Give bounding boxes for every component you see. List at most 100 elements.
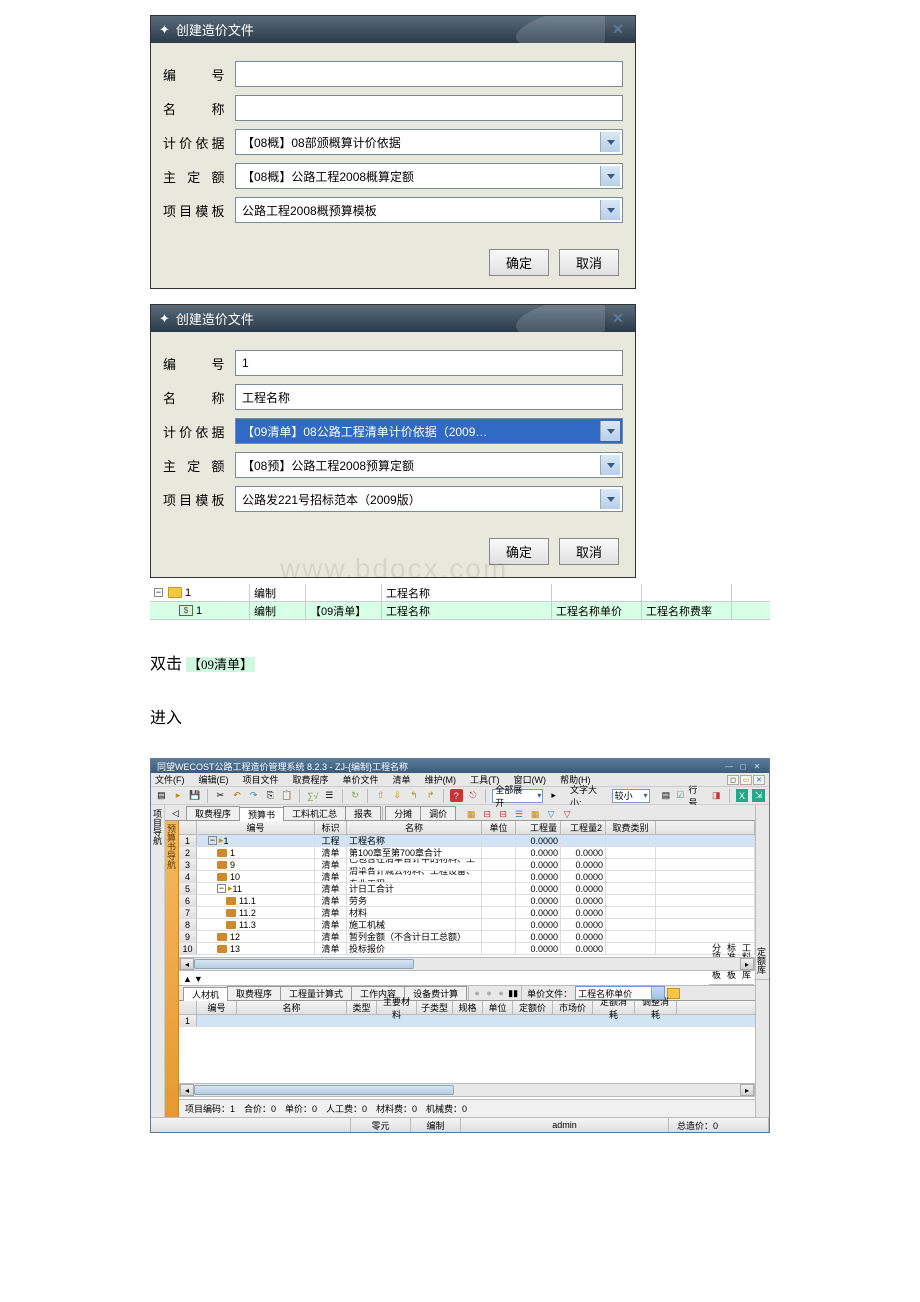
close-icon[interactable]: ✕ <box>609 23 627 37</box>
nav-budget[interactable]: 预算书导航 <box>165 821 179 1117</box>
menu-item[interactable]: 清单 <box>393 773 411 786</box>
minimize-icon[interactable]: — <box>723 761 735 771</box>
up-icon[interactable]: ⇧ <box>374 789 387 802</box>
tree-row-selected[interactable]: $1 编制 【09清单】 工程名称 工程名称单价 工程名称费率 <box>150 602 770 620</box>
tab-0[interactable]: 取费程序 <box>186 806 240 820</box>
circle-icon[interactable]: ● <box>483 987 495 999</box>
paste-icon[interactable]: 📋 <box>281 789 294 802</box>
circle-icon[interactable]: ● <box>495 987 507 999</box>
sub-col[interactable]: 子类型 <box>417 1001 453 1014</box>
grid-row[interactable]: 5 −▸11清单计日工合计0.00000.0000 <box>179 883 755 895</box>
marker-icon[interactable]: ◨ <box>710 789 723 802</box>
save-icon[interactable]: 💾 <box>188 789 201 802</box>
menu-item[interactable]: 维护(M) <box>425 773 457 786</box>
col-mark[interactable]: 标识 <box>315 821 347 834</box>
side-tab-item[interactable]: 定额库 <box>754 942 769 980</box>
sub-col[interactable]: 规格 <box>453 1001 483 1014</box>
tab-2[interactable]: 工料机汇总 <box>283 806 346 820</box>
sub-col[interactable]: 类型 <box>347 1001 377 1014</box>
sub-col[interactable]: 调整消耗 <box>635 1001 677 1014</box>
input-code[interactable] <box>235 61 623 87</box>
collapse-icon[interactable]: − <box>208 836 217 845</box>
grid-row[interactable]: 9 12清单暂列金额（不含计日工总额）0.00000.0000 <box>179 931 755 943</box>
bottom-tab-0[interactable]: 人材机 <box>183 987 228 1001</box>
down-icon[interactable]: ⇩ <box>391 789 404 802</box>
go-icon[interactable]: ▸ <box>547 789 560 802</box>
list-icon[interactable]: ☰ <box>323 789 336 802</box>
col-code[interactable]: 编号 <box>197 821 315 834</box>
sub-col[interactable]: 名称 <box>237 1001 347 1014</box>
expand-select[interactable]: 全部展开 <box>492 789 543 803</box>
collapse-icon[interactable]: − <box>154 588 163 597</box>
excel-icon[interactable]: X <box>736 789 749 802</box>
price-file-select[interactable]: 工程名称单价 <box>575 986 665 1000</box>
new-icon[interactable]: ▤ <box>155 789 168 802</box>
grid-icon-2[interactable]: ⊟ <box>481 808 493 820</box>
col-qty1[interactable]: 工程量 <box>516 821 561 834</box>
calc-icon[interactable]: ∑√ <box>306 789 319 802</box>
doc-icon[interactable]: ▤ <box>660 789 673 802</box>
menu-item[interactable]: 取费程序 <box>293 773 329 786</box>
cancel-button[interactable]: 取消 <box>559 538 619 565</box>
grid-row[interactable]: 4 10清单清单合计减去材料、工程设备、专业工程…0.00000.0000 <box>179 871 755 883</box>
grid-row[interactable]: 6 11.1清单劳务0.00000.0000 <box>179 895 755 907</box>
cut-icon[interactable]: ✂ <box>214 789 227 802</box>
menu-item[interactable]: 单价文件 <box>343 773 379 786</box>
select-quota[interactable]: 【08预】公路工程2008预算定额 <box>235 452 623 478</box>
scrollbar-horizontal[interactable]: ◂ ▸ <box>179 957 755 971</box>
open-icon[interactable]: ▸ <box>172 789 185 802</box>
tab-1[interactable]: 预算书 <box>239 807 284 821</box>
input-name[interactable] <box>235 384 623 410</box>
scroll-right-icon[interactable]: ▸ <box>740 958 754 970</box>
grid-row[interactable]: 2 1清单第100章至第700章合计0.00000.0000 <box>179 847 755 859</box>
bottom-tab-2[interactable]: 工程量计算式 <box>280 986 352 1000</box>
sub-col[interactable]: 定额消耗 <box>593 1001 635 1014</box>
grid-row[interactable]: 10 13清单投标报价0.00000.0000 <box>179 943 755 955</box>
export-icon[interactable]: ⇲ <box>752 789 765 802</box>
grid-icon-3[interactable]: ⊟ <box>497 808 509 820</box>
scroll-left-icon[interactable]: ◂ <box>180 958 194 970</box>
bottom-tab-4[interactable]: 设备费计算 <box>404 986 467 1000</box>
grid-row[interactable]: 7 11.2清单材料0.00000.0000 <box>179 907 755 919</box>
close-doc-icon[interactable]: ✕ <box>753 775 765 785</box>
menu-item[interactable]: 项目文件 <box>243 773 279 786</box>
cancel-button[interactable]: 取消 <box>559 249 619 276</box>
chevron-down-icon[interactable] <box>600 166 620 186</box>
filter-icon[interactable]: ▽ <box>545 808 557 820</box>
right-icon[interactable]: ↱ <box>424 789 437 802</box>
undo-icon[interactable]: ↶ <box>231 789 244 802</box>
side-tab-project[interactable]: 项目导航 <box>151 805 165 1117</box>
scroll-right-icon[interactable]: ▸ <box>740 1084 754 1096</box>
grid-row[interactable]: 8 11.3清单施工机械0.00000.0000 <box>179 919 755 931</box>
select-quota[interactable]: 【08概】公路工程2008概算定额 <box>235 163 623 189</box>
sub-col[interactable]: 编号 <box>197 1001 237 1014</box>
filter-clear-icon[interactable]: ▽ <box>561 808 573 820</box>
subtab-1[interactable]: 调价 <box>420 806 456 820</box>
move-down-icon[interactable]: ▼ <box>194 974 203 984</box>
back-icon[interactable]: ◁ <box>169 807 182 820</box>
close-icon[interactable]: ✕ <box>609 312 627 326</box>
bars-icon[interactable]: ▮▮ <box>507 987 519 999</box>
refresh-icon[interactable]: ↻ <box>349 789 362 802</box>
exit-icon[interactable]: ⎋ <box>467 789 480 802</box>
sub-col[interactable]: 主要材料 <box>377 1001 417 1014</box>
chevron-down-icon[interactable] <box>600 200 620 220</box>
menu-item[interactable]: 文件(F) <box>155 773 185 786</box>
select-template[interactable]: 公路发221号招标范本（2009版） <box>235 486 623 512</box>
scrollbar-horizontal-2[interactable]: ◂ ▸ <box>179 1083 755 1097</box>
chevron-down-icon[interactable] <box>600 132 620 152</box>
chevron-down-icon[interactable] <box>600 421 620 441</box>
col-cat[interactable]: 取费类别 <box>606 821 656 834</box>
tab-3[interactable]: 报表 <box>345 806 381 820</box>
col-qty2[interactable]: 工程量2 <box>561 821 606 834</box>
input-name[interactable] <box>235 95 623 121</box>
sub-col[interactable]: 单位 <box>483 1001 513 1014</box>
select-basis[interactable]: 【08概】08部颁概算计价依据 <box>235 129 623 155</box>
grid-row[interactable]: 3 9清单已包含在清单合计中的材料、工程设备、…0.00000.0000 <box>179 859 755 871</box>
select-basis[interactable]: 【09清单】08公路工程清单计价依据（2009… <box>235 418 623 444</box>
grid-icon-4[interactable]: ☰ <box>513 808 525 820</box>
left-icon[interactable]: ↰ <box>408 789 421 802</box>
redo-icon[interactable]: ↷ <box>247 789 260 802</box>
sub-col[interactable]: 市场价 <box>553 1001 593 1014</box>
restore-icon[interactable]: ◻ <box>727 775 739 785</box>
